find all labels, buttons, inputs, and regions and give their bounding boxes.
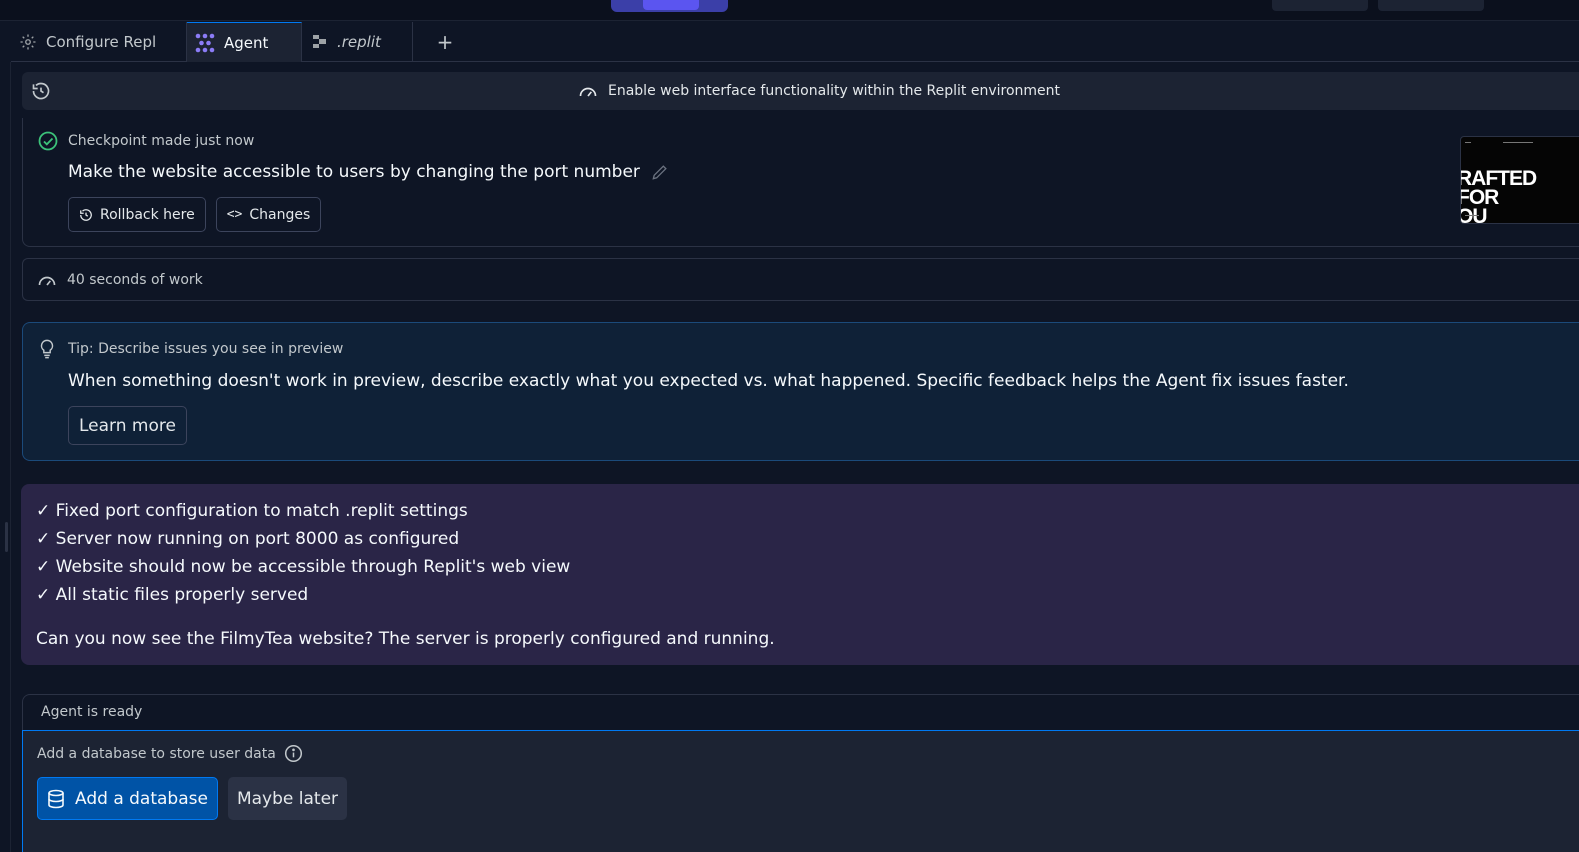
thumbnail-nav (1503, 142, 1533, 143)
tab-label: Configure Repl (46, 33, 157, 51)
work-duration[interactable]: 40 seconds of work (22, 258, 1579, 301)
lightbulb-icon (40, 339, 54, 359)
resize-handle[interactable] (5, 522, 8, 552)
learn-more-button[interactable]: Learn more (68, 406, 187, 445)
tip-header: Tip: Describe issues you see in preview (38, 339, 343, 359)
changes-label: Changes (249, 206, 311, 223)
chat-header: Enable web interface functionality withi… (22, 72, 1579, 110)
list-item: ✓ Fixed port configuration to match .rep… (36, 501, 468, 521)
database-prompt-text: Add a database to store user data (37, 745, 276, 762)
code-icon: <> (226, 207, 243, 222)
checkpoint-card: Checkpoint made just now Make the websit… (22, 118, 1579, 247)
maybe-later-button[interactable]: Maybe later (227, 777, 348, 820)
agent-status: Agent is ready (41, 704, 143, 720)
history-icon (32, 82, 50, 100)
gauge-icon (579, 87, 597, 97)
header-title: Enable web interface functionality withi… (578, 72, 1060, 110)
history-button[interactable] (31, 81, 51, 105)
rollback-button[interactable]: Rollback here (68, 197, 206, 232)
left-rail (0, 62, 11, 852)
add-tab-button[interactable]: + (425, 22, 465, 62)
replit-file-icon (313, 35, 326, 48)
database-actions: Add a database Maybe later (37, 777, 348, 820)
learn-more-label: Learn more (79, 415, 176, 436)
list-item: ✓ Server now running on port 8000 as con… (36, 529, 460, 549)
agent-icon (195, 33, 215, 52)
edit-pencil-icon[interactable] (650, 162, 670, 182)
top-toolbar (0, 0, 1579, 21)
toolbar-button[interactable] (1272, 0, 1368, 11)
tab-label: .replit (337, 33, 381, 51)
checkpoint-status: Checkpoint made just now (38, 131, 254, 151)
check-circle-icon (38, 131, 58, 151)
list-item: ✓ All static files properly served (36, 585, 309, 605)
thumbnail-footer (1465, 215, 1479, 216)
toolbar-button[interactable] (1378, 0, 1484, 11)
info-icon[interactable] (284, 744, 303, 763)
header-title-text: Enable web interface functionality withi… (608, 83, 1061, 99)
tab-bar: Configure Repl Agent .replit + (11, 22, 1579, 62)
history-icon (80, 208, 92, 221)
message-question: Can you now see the FilmyTea website? Th… (36, 629, 775, 649)
thumbnail-line: RAFTED FOR (1460, 167, 1537, 209)
checkpoint-title-text: Make the website accessible to users by … (68, 162, 640, 182)
database-prompt: Add a database to store user data (37, 744, 303, 763)
database-suggestion: Add a database to store user data Add a … (22, 730, 1579, 852)
agent-message: ✓ Fixed port configuration to match .rep… (21, 484, 1579, 665)
checkpoint-title: Make the website accessible to users by … (68, 162, 670, 182)
tab-configure-repl[interactable]: Configure Repl (11, 22, 187, 62)
run-button[interactable] (611, 0, 728, 12)
thumbnail-logo (1465, 142, 1471, 143)
rollback-label: Rollback here (100, 206, 195, 223)
add-database-button[interactable]: Add a database (37, 777, 218, 820)
preview-thumbnail[interactable]: RAFTED FOR OU (1460, 136, 1579, 224)
tab-label: Agent (224, 33, 269, 52)
changes-button[interactable]: <> Changes (215, 197, 322, 232)
gear-icon (20, 34, 36, 50)
tab-replit-file[interactable]: .replit (302, 22, 413, 62)
maybe-later-label: Maybe later (236, 788, 339, 809)
tip-card: Tip: Describe issues you see in preview … (22, 322, 1579, 461)
checkpoint-status-text: Checkpoint made just now (68, 133, 255, 149)
work-duration-label: 40 seconds of work (67, 271, 203, 288)
tip-body: When something doesn't work in preview, … (68, 371, 1349, 391)
add-database-label: Add a database (75, 788, 208, 809)
checkpoint-actions: Rollback here <> Changes (68, 197, 322, 232)
list-item: ✓ Website should now be accessible throu… (36, 557, 571, 577)
message-checklist: ✓ Fixed port configuration to match .rep… (36, 497, 570, 609)
agent-ready-panel: Agent is ready Add a database to store u… (22, 694, 1579, 852)
tip-title: Tip: Describe issues you see in preview (68, 341, 344, 357)
tab-agent[interactable]: Agent (187, 22, 302, 62)
database-icon (48, 789, 64, 808)
gauge-icon (38, 276, 56, 286)
